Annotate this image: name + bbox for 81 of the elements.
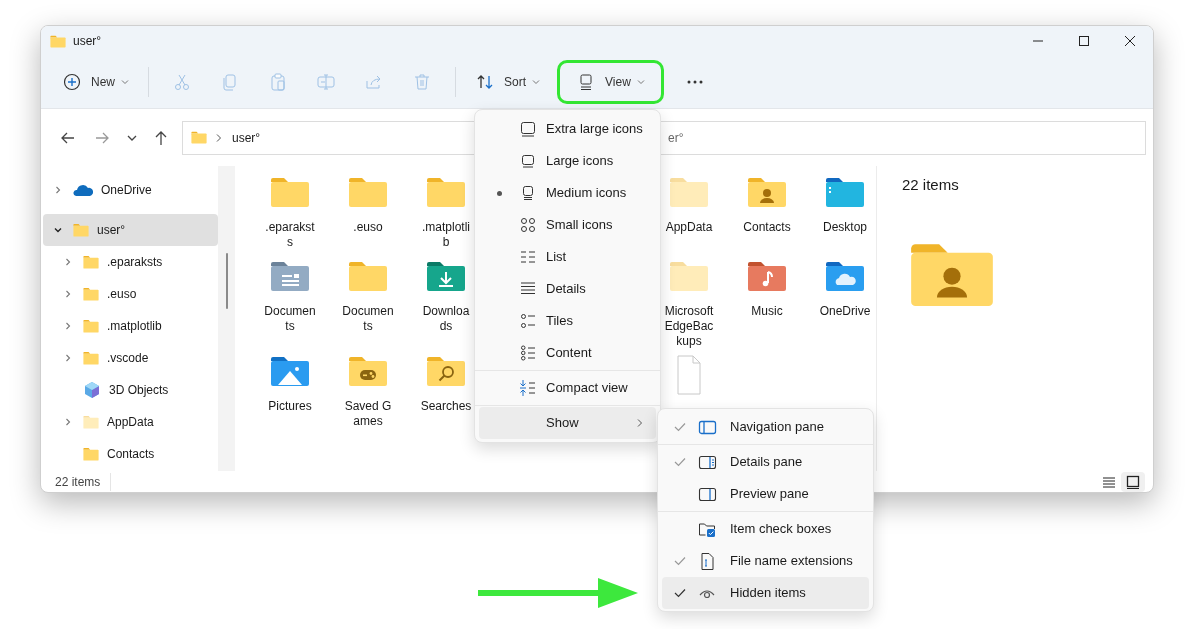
chevron-icon xyxy=(215,132,223,143)
large-icons-view-button[interactable] xyxy=(1121,471,1145,492)
monitor-icon xyxy=(519,120,537,138)
content-icon xyxy=(519,344,537,362)
tree-item[interactable]: Contacts xyxy=(43,438,218,470)
menu-item[interactable]: Preview pane xyxy=(662,478,869,510)
download-folder-icon[interactable] xyxy=(426,260,466,292)
sort-button[interactable]: Sort xyxy=(466,64,550,100)
view-button[interactable]: View xyxy=(567,64,654,100)
menu-item[interactable]: Content xyxy=(479,337,656,369)
list-icon xyxy=(519,248,537,266)
tree-item[interactable]: OneDrive xyxy=(43,174,218,206)
menu-item[interactable]: Medium icons xyxy=(479,177,656,209)
file-name[interactable]: Music xyxy=(741,304,793,319)
file-name[interactable]: Saved Games xyxy=(342,399,394,429)
file-icon xyxy=(698,552,717,570)
cloud-icon xyxy=(73,183,93,197)
search-placeholder: er° xyxy=(668,129,684,147)
pane-icon xyxy=(698,418,717,436)
menu-item[interactable]: List xyxy=(479,241,656,273)
check-icon xyxy=(674,422,686,432)
menu-item[interactable]: Tiles xyxy=(479,305,656,337)
check-icon xyxy=(674,588,686,598)
caret-icon xyxy=(636,79,645,85)
pane-icon xyxy=(698,453,717,471)
menu-item[interactable]: Item check boxes xyxy=(662,513,869,545)
maximize-icon xyxy=(1077,35,1091,47)
menu-item[interactable]: Compact view xyxy=(479,372,656,404)
item-count: 22 items xyxy=(55,472,112,491)
file-name[interactable]: .eparaksts xyxy=(264,220,316,250)
file-name[interactable]: Pictures xyxy=(264,399,316,414)
gamepad-folder-icon[interactable] xyxy=(348,355,388,387)
file-name[interactable]: Searches xyxy=(420,399,472,414)
pane-icon xyxy=(698,485,717,503)
folder-icon[interactable] xyxy=(825,176,865,208)
person-folder-icon[interactable] xyxy=(747,176,787,208)
menu-item[interactable]: Details pane xyxy=(662,446,869,478)
file-name[interactable]: AppData xyxy=(663,220,715,235)
file-name[interactable]: Contacts xyxy=(741,220,793,235)
new-button[interactable]: New xyxy=(53,64,138,100)
file-name[interactable]: Documents xyxy=(264,304,316,334)
caret-icon xyxy=(127,134,137,141)
tiles-icon xyxy=(519,312,537,330)
magnifier-folder-icon[interactable] xyxy=(426,355,466,387)
bullet-icon xyxy=(496,190,502,196)
file-name[interactable]: .matplotlib xyxy=(420,220,472,250)
caret-icon xyxy=(121,79,129,85)
monitor-icon xyxy=(519,152,537,170)
menu-item[interactable]: File name extensions xyxy=(662,545,869,577)
music-folder-icon[interactable] xyxy=(747,260,787,292)
grid-icon xyxy=(519,216,537,234)
tree-item[interactable]: user° xyxy=(43,214,218,246)
square-icon xyxy=(1126,474,1140,489)
menu-item[interactable]: Details xyxy=(479,273,656,305)
file-name[interactable]: .euso xyxy=(342,220,394,235)
menu-item[interactable]: Small icons xyxy=(479,209,656,241)
cloud-folder-icon[interactable] xyxy=(825,260,865,292)
menu-item[interactable]: Navigation pane xyxy=(662,411,869,443)
documents-folder-icon[interactable] xyxy=(270,260,310,292)
item-count: 22 items xyxy=(902,175,960,195)
menu-item[interactable]: Show xyxy=(479,407,656,439)
file-name[interactable]: Downloads xyxy=(420,304,472,334)
lines-icon xyxy=(1102,475,1116,488)
check-icon xyxy=(674,556,686,566)
cube-icon xyxy=(83,381,101,399)
tree-item[interactable]: 3D Objects xyxy=(43,374,218,406)
compress-icon xyxy=(519,379,537,397)
scrollbar-thumb[interactable] xyxy=(226,253,228,309)
check-icon xyxy=(674,457,686,467)
pictures-folder-icon[interactable] xyxy=(270,355,310,387)
close-icon xyxy=(1123,35,1137,47)
file-name[interactable]: Documents xyxy=(342,304,394,334)
window-title: user° xyxy=(73,33,102,50)
file-name[interactable]: MicrosoftEdgeBackups xyxy=(663,304,715,349)
caret-icon xyxy=(532,79,541,85)
folder-checkbox-icon xyxy=(698,520,717,538)
file-name[interactable]: OneDrive xyxy=(819,304,871,319)
chevron-icon[interactable] xyxy=(53,225,63,235)
breadcrumb[interactable]: user° xyxy=(232,128,261,147)
chevron-icon xyxy=(636,418,644,428)
file-name[interactable]: Desktop xyxy=(819,220,871,235)
